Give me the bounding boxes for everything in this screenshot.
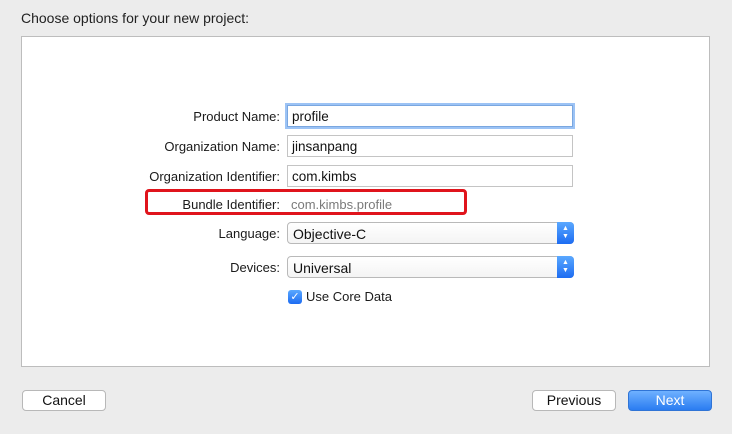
use-core-data-label: Use Core Data [306, 289, 392, 304]
devices-popup-value: Universal [293, 260, 352, 276]
language-label: Language: [218, 226, 280, 241]
organization-name-label: Organization Name: [164, 139, 280, 154]
organization-name-field[interactable]: jinsanpang [287, 135, 573, 157]
bundle-identifier-value: com.kimbs.profile [291, 197, 393, 212]
previous-button[interactable]: Previous [532, 390, 616, 411]
devices-popup[interactable]: Universal ▲ ▼ [287, 256, 574, 278]
product-name-field[interactable]: profile [287, 105, 573, 127]
sheet-title: Choose options for your new project: [21, 10, 250, 26]
language-popup[interactable]: Objective-C ▲ ▼ [287, 222, 574, 244]
next-button[interactable]: Next [628, 390, 712, 411]
bundle-identifier-label: Bundle Identifier: [182, 197, 280, 212]
up-down-chevron-icon: ▲ ▼ [557, 256, 574, 278]
product-name-label: Product Name: [193, 109, 280, 124]
cancel-button[interactable]: Cancel [22, 390, 106, 411]
organization-identifier-label: Organization Identifier: [149, 169, 280, 184]
checkmark-icon: ✓ [290, 291, 300, 303]
devices-label: Devices: [230, 260, 280, 275]
up-down-chevron-icon: ▲ ▼ [557, 222, 574, 244]
use-core-data-checkbox[interactable]: ✓ [288, 290, 302, 304]
organization-identifier-field[interactable]: com.kimbs [287, 165, 573, 187]
language-popup-value: Objective-C [293, 226, 367, 242]
